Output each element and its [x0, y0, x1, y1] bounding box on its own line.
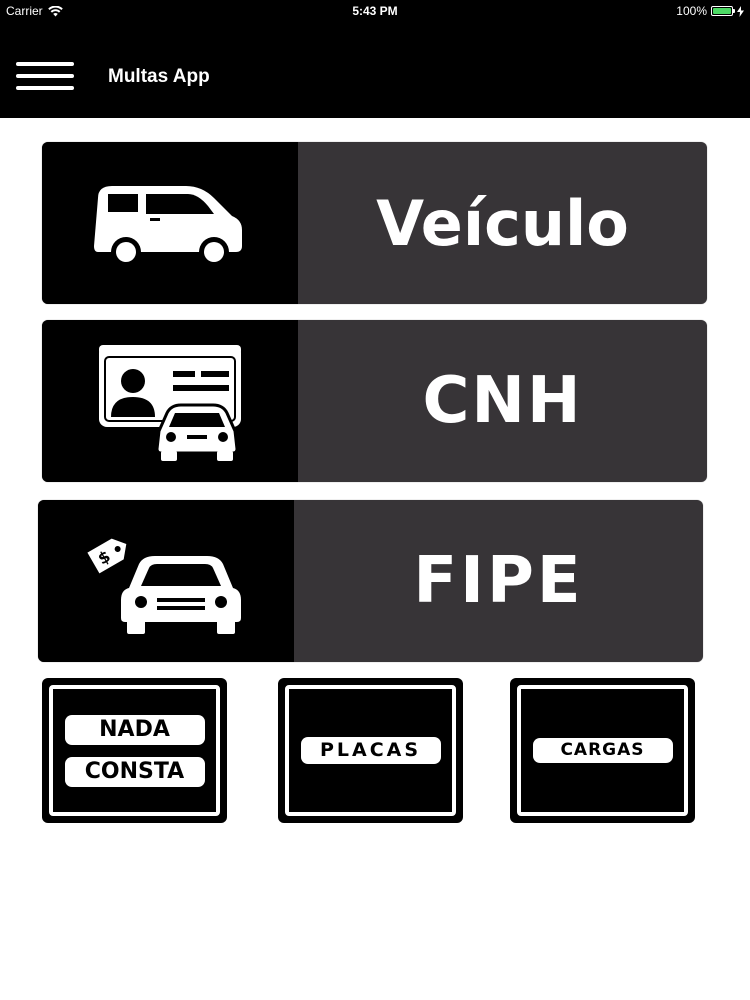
cnh-label: CNH: [422, 364, 583, 438]
nada-consta-button[interactable]: NADA CONSTA: [42, 678, 227, 823]
charging-icon: [737, 5, 744, 17]
nada-consta-frame: NADA CONSTA: [49, 685, 220, 816]
car-price-tag-icon: $: [87, 538, 241, 634]
app-title: Multas App: [108, 66, 210, 87]
cargas-label: CARGAS: [532, 738, 673, 763]
placas-label: PLACAS: [300, 737, 441, 764]
cargas-button[interactable]: CARGAS: [510, 678, 695, 823]
navigation-bar: Multas App: [0, 22, 750, 118]
cargas-frame: CARGAS: [517, 685, 688, 816]
vehicle-button[interactable]: Veículo: [42, 142, 707, 304]
battery-icon: [711, 6, 735, 16]
nada-consta-line-1: NADA: [64, 714, 205, 745]
fipe-icon-panel: $: [38, 500, 294, 662]
placas-frame: PLACAS: [285, 685, 456, 816]
status-bar: Carrier 5:43 PM 100%: [0, 0, 750, 22]
fipe-label: FIPE: [413, 544, 584, 618]
battery-indicator: 100%: [676, 4, 744, 18]
van-icon: [94, 186, 242, 267]
hamburger-menu-icon[interactable]: [16, 62, 74, 92]
nada-consta-line-2: CONSTA: [64, 756, 205, 787]
vehicle-label: Veículo: [376, 186, 629, 260]
vehicle-icon-panel: [42, 142, 298, 304]
fipe-button[interactable]: $ FIPE: [38, 500, 703, 662]
battery-percent: 100%: [676, 4, 707, 18]
placas-button[interactable]: PLACAS: [278, 678, 463, 823]
driver-license-icon: [99, 345, 241, 461]
cnh-icon-panel: [42, 320, 298, 482]
cnh-button[interactable]: CNH: [42, 320, 707, 482]
status-time: 5:43 PM: [352, 4, 398, 18]
